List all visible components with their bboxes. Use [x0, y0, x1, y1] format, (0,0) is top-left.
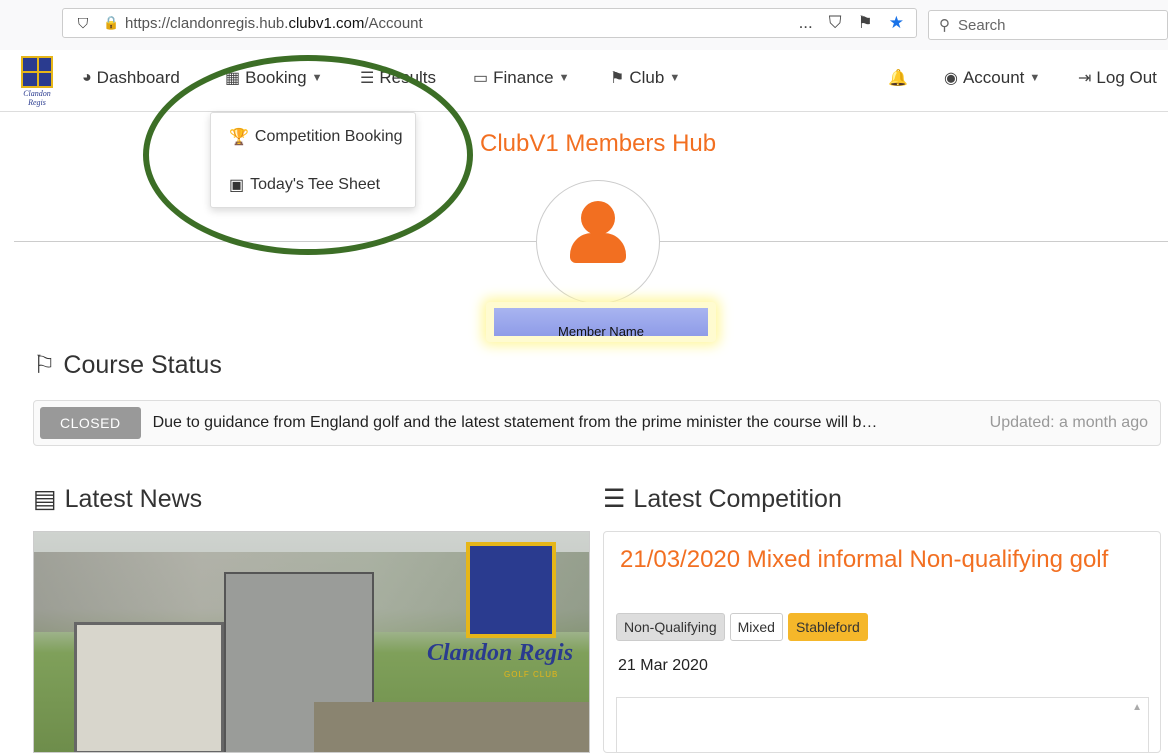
sign-out-icon: ⇥ [1078, 70, 1092, 87]
latest-news-title: Latest News [64, 484, 203, 513]
news-image[interactable]: Clandon Regis GOLF CLUB [33, 531, 590, 753]
bell-icon: 🔔 [888, 70, 908, 87]
club-crest-icon [466, 542, 556, 638]
menu-item-label: Today's Tee Sheet [250, 176, 381, 193]
nav-dashboard-label: Dashboard [96, 68, 180, 87]
competition-card: 21/03/2020 Mixed informal Non-qualifying… [603, 531, 1161, 753]
list-ol-icon: ☰ [603, 485, 626, 513]
nav-finance[interactable]: ▭ Finance ▼ [473, 68, 570, 88]
shield-icon[interactable]: ⛉ [63, 15, 103, 32]
tag-stableford: Stableford [787, 613, 868, 641]
competition-date: 21 Mar 2020 [618, 657, 708, 674]
notifications-bell[interactable]: 🔔 [888, 68, 908, 88]
scroll-up-icon[interactable]: ▲ [1132, 702, 1142, 713]
divider [660, 241, 1168, 242]
avatar[interactable] [536, 180, 660, 304]
address-bar[interactable]: ⛉ 🔒 https://clandonregis.hub.clubv1.com/… [62, 8, 917, 38]
logo-text: Clandon Regis [23, 89, 51, 107]
nav-club-label: Club [629, 68, 665, 87]
search-icon: ⚲ [939, 17, 950, 34]
nav-results[interactable]: ☰ Results [360, 68, 436, 88]
menu-item-label: Competition Booking [254, 128, 403, 145]
credit-card-icon: ▭ [473, 70, 489, 87]
club-crest-icon [21, 56, 53, 88]
menu-item-competition-booking[interactable]: 🏆 Competition Booking [229, 127, 403, 147]
nav-account-label: Account [962, 68, 1025, 87]
flag-icon: ⚑ [610, 70, 625, 87]
user-icon-body [570, 233, 626, 263]
flag-outline-icon: ⚐ [33, 351, 56, 379]
tag-mixed: Mixed [729, 613, 783, 641]
calendar-icon: ▦ [225, 70, 241, 87]
status-updated: Updated: a month ago [989, 414, 1148, 431]
news-image-club-name: Clandon Regis [427, 640, 574, 666]
news-image-club-sub: GOLF CLUB [504, 670, 559, 679]
latest-competition-title: Latest Competition [633, 484, 842, 513]
chevron-down-icon: ▼ [558, 72, 570, 84]
divider [14, 241, 536, 242]
course-status-title: Course Status [63, 350, 222, 379]
nav-club[interactable]: ⚑ Club ▼ [610, 68, 680, 88]
nav-booking-label: Booking [245, 68, 307, 87]
calendar-plus-icon: ▣ [229, 177, 245, 194]
member-name-tag: Member Name [486, 302, 716, 342]
status-badge: CLOSED [40, 407, 141, 439]
nav-results-label: Results [379, 68, 437, 87]
competition-tags: Non-Qualifying Mixed Stableford [616, 613, 868, 641]
url-text[interactable]: https://clandonregis.hub.clubv1.com/Acco… [125, 15, 799, 32]
bookmark-star-icon[interactable]: ★ [889, 13, 904, 33]
course-status-heading: ⚐ Course Status [33, 350, 222, 380]
page-title: ClubV1 Members Hub [480, 130, 717, 157]
user-icon-head [581, 201, 615, 235]
nav-account[interactable]: ◉ Account ▼ [944, 68, 1040, 88]
nav-finance-label: Finance [493, 68, 554, 87]
chevron-down-icon: ▼ [1029, 72, 1041, 84]
more-icon[interactable]: ... [799, 13, 813, 33]
booking-dropdown-menu: 🏆 Competition Booking ▣ Today's Tee Shee… [210, 112, 416, 208]
lock-icon[interactable]: 🔒 [103, 15, 125, 31]
trophy-icon: 🏆 [229, 129, 249, 146]
main-navbar: Clandon Regis ◕ Dashboard ▦ Booking ▼ ☰ … [0, 50, 1168, 112]
latest-competition-heading: ☰ Latest Competition [603, 484, 842, 514]
chevron-down-icon: ▼ [311, 72, 323, 84]
nav-dashboard[interactable]: ◕ Dashboard [82, 68, 180, 88]
competition-details-box[interactable]: ▲ [616, 697, 1149, 753]
search-placeholder: Search [958, 16, 1006, 34]
nav-logout-label: Log Out [1096, 68, 1157, 87]
course-status-bar[interactable]: CLOSED Due to guidance from England golf… [33, 400, 1161, 446]
nav-logout[interactable]: ⇥ Log Out [1078, 68, 1157, 88]
browser-search-box[interactable]: ⚲ Search [928, 10, 1168, 40]
pocket-icon[interactable]: ⛉ [829, 13, 842, 33]
extension-icon[interactable]: ⚑ [858, 13, 873, 33]
dashboard-icon: ◕ [82, 69, 92, 86]
browser-toolbar: ⛉ 🔒 https://clandonregis.hub.clubv1.com/… [0, 0, 1168, 50]
chevron-down-icon: ▼ [669, 72, 681, 84]
latest-news-heading: ▤ Latest News [33, 484, 202, 514]
newspaper-icon: ▤ [33, 485, 57, 513]
page-actions: ... ⛉ ⚑ ★ [799, 13, 916, 33]
news-image-road [314, 702, 589, 752]
status-message: Due to guidance from England golf and th… [152, 414, 878, 431]
news-image-digger [74, 622, 224, 752]
list-ol-icon: ☰ [360, 70, 375, 87]
member-name: Member Name [494, 308, 708, 336]
user-circle-icon: ◉ [944, 70, 958, 87]
menu-item-todays-tee-sheet[interactable]: ▣ Today's Tee Sheet [229, 175, 380, 195]
nav-booking[interactable]: ▦ Booking ▼ [225, 68, 322, 88]
club-logo[interactable]: Clandon Regis [14, 56, 60, 107]
tag-non-qualifying: Non-Qualifying [616, 613, 725, 641]
competition-title-link[interactable]: 21/03/2020 Mixed informal Non-qualifying… [620, 546, 1140, 574]
